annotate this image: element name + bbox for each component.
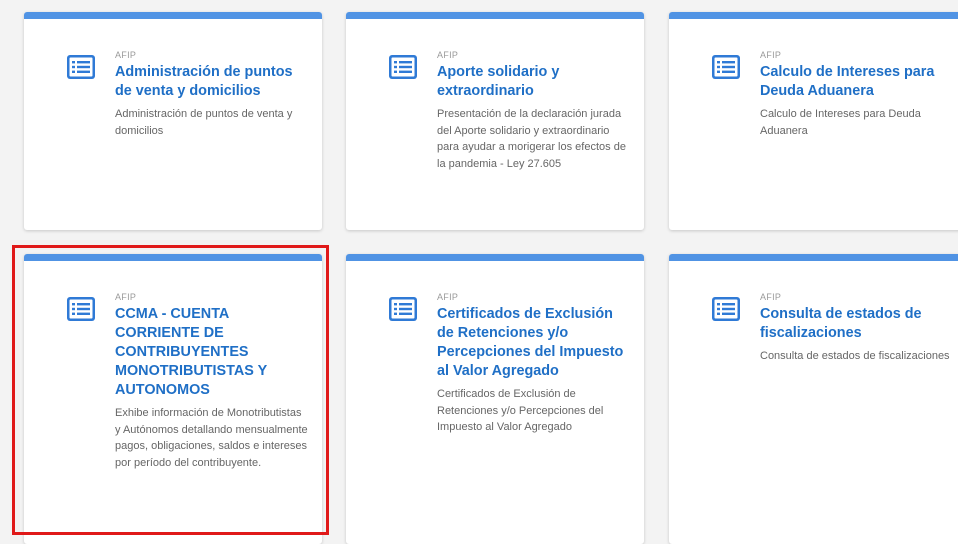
list-document-icon [711, 296, 741, 322]
card-description: Calculo de Intereses para Deuda Aduanera [760, 108, 921, 137]
card-title[interactable]: Consulta de estados de fiscalizaciones [760, 305, 957, 343]
card-accent-bar [346, 12, 644, 19]
service-card-puntos-venta[interactable]: AFIP Administración de puntos de venta y… [24, 12, 322, 230]
card-title[interactable]: Certificados de Exclusión de Retenciones… [437, 305, 632, 381]
card-title[interactable]: Aporte solidario y extraordinario [437, 63, 632, 101]
card-provider: AFIP [115, 50, 137, 60]
service-card-estados-fiscalizaciones[interactable]: AFIP Consulta de estados de fiscalizacio… [669, 254, 958, 544]
card-accent-bar [346, 254, 644, 261]
list-document-icon [388, 296, 418, 322]
card-provider: AFIP [437, 292, 459, 302]
selection-highlight [12, 245, 329, 535]
service-card-aporte-solidario[interactable]: AFIP Aporte solidario y extraordinario P… [346, 12, 644, 230]
service-card-certificados-exclusion[interactable]: AFIP Certificados de Exclusión de Retenc… [346, 254, 644, 544]
card-description: Consulta de estados de fiscalizaciones [760, 350, 950, 362]
card-accent-bar [669, 12, 958, 19]
card-accent-bar [669, 254, 958, 261]
card-title[interactable]: Administración de puntos de venta y domi… [115, 63, 310, 101]
card-description: Presentación de la declaración jurada de… [437, 108, 626, 170]
card-provider: AFIP [437, 50, 459, 60]
card-title[interactable]: Calculo de Intereses para Deuda Aduanera [760, 63, 957, 101]
card-accent-bar [24, 12, 322, 19]
card-provider: AFIP [760, 292, 782, 302]
card-description: Administración de puntos de venta y domi… [115, 108, 293, 137]
service-card-intereses-aduanera[interactable]: AFIP Calculo de Intereses para Deuda Adu… [669, 12, 958, 230]
list-document-icon [66, 54, 96, 80]
list-document-icon [388, 54, 418, 80]
card-provider: AFIP [760, 50, 782, 60]
card-description: Certificados de Exclusión de Retenciones… [437, 388, 604, 433]
list-document-icon [711, 54, 741, 80]
